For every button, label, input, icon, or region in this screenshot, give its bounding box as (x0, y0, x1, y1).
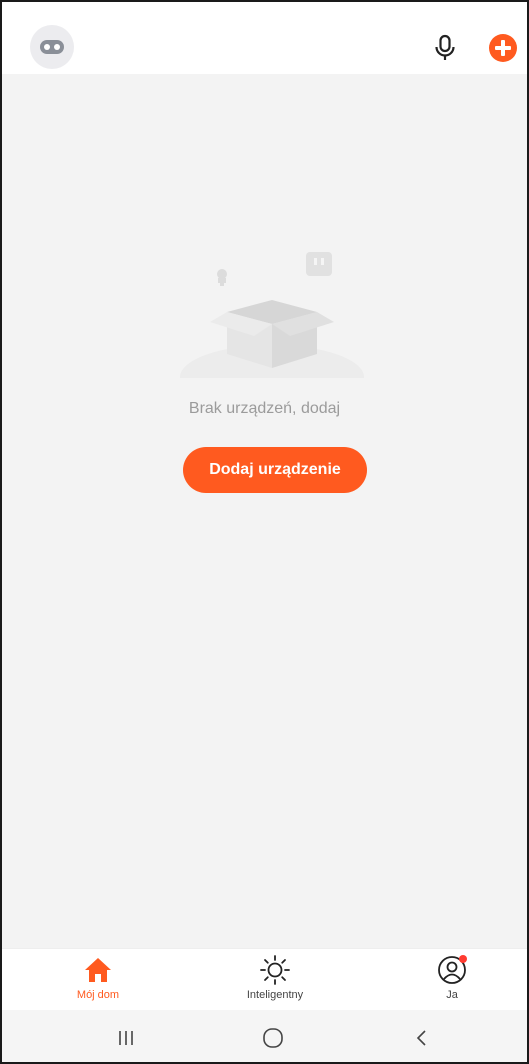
notification-dot (459, 955, 467, 963)
tab-me-label: Ja (446, 989, 458, 1001)
back-button[interactable] (408, 1024, 436, 1052)
recent-apps-icon (119, 1031, 133, 1045)
sun-icon (260, 955, 290, 985)
tab-me[interactable]: Ja (397, 953, 507, 1011)
recent-apps-button[interactable] (112, 1024, 140, 1052)
add-device-button[interactable]: Dodaj urządzenie (183, 447, 367, 493)
empty-box-illustration (172, 252, 372, 392)
phone-screen: Brak urządzeń, dodaj Dodaj urządzenie Mó… (0, 0, 529, 1064)
tab-smart-label: Inteligentny (246, 989, 304, 1001)
microphone-icon (435, 34, 455, 60)
top-bar (2, 2, 527, 74)
home-nav-button[interactable] (259, 1024, 287, 1052)
tab-smart[interactable]: Inteligentny (220, 953, 330, 1011)
add-circle-icon (489, 34, 517, 62)
add-button[interactable] (488, 33, 518, 63)
tab-my-home[interactable]: Mój dom (43, 953, 153, 1011)
microphone-button[interactable] (432, 34, 458, 62)
back-icon (416, 1030, 426, 1046)
robot-avatar-icon (40, 40, 64, 54)
bottom-tab-bar: Mój dom Inteligentny Ja (2, 948, 527, 1011)
empty-state-message: Brak urządzeń, dodaj (188, 400, 341, 417)
profile-icon (438, 955, 467, 984)
home-icon (85, 958, 111, 982)
system-navigation-bar (2, 1010, 527, 1062)
tab-my-home-label: Mój dom (76, 989, 120, 1001)
home-circle-icon (263, 1028, 283, 1048)
avatar-button[interactable] (30, 25, 74, 69)
